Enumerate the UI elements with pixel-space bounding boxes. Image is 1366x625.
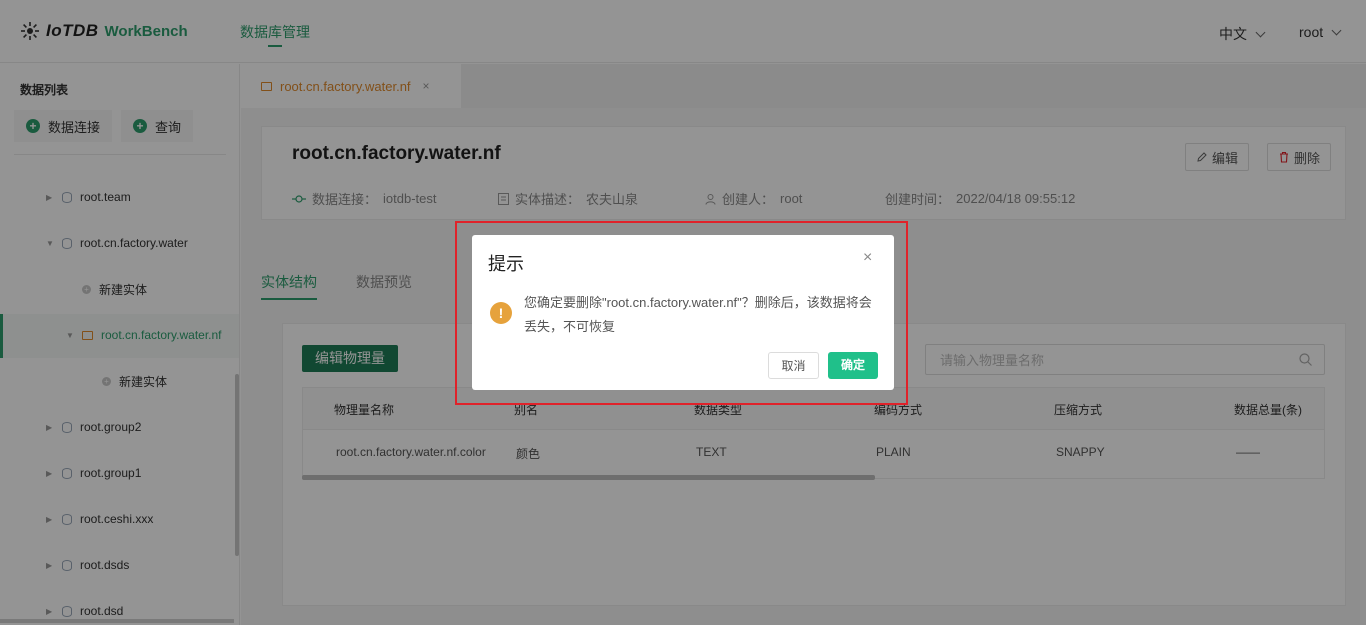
close-icon[interactable]: × xyxy=(863,249,872,267)
warning-icon: ! xyxy=(490,302,512,324)
confirm-dialog: 提示 × ! 您确定要删除"root.cn.factory.water.nf"？… xyxy=(472,235,894,390)
cancel-button[interactable]: 取消 xyxy=(768,352,819,379)
dialog-message: 您确定要删除"root.cn.factory.water.nf"？删除后，该数据… xyxy=(524,295,872,334)
confirm-button[interactable]: 确定 xyxy=(828,352,878,379)
dialog-title: 提示 xyxy=(488,254,524,274)
